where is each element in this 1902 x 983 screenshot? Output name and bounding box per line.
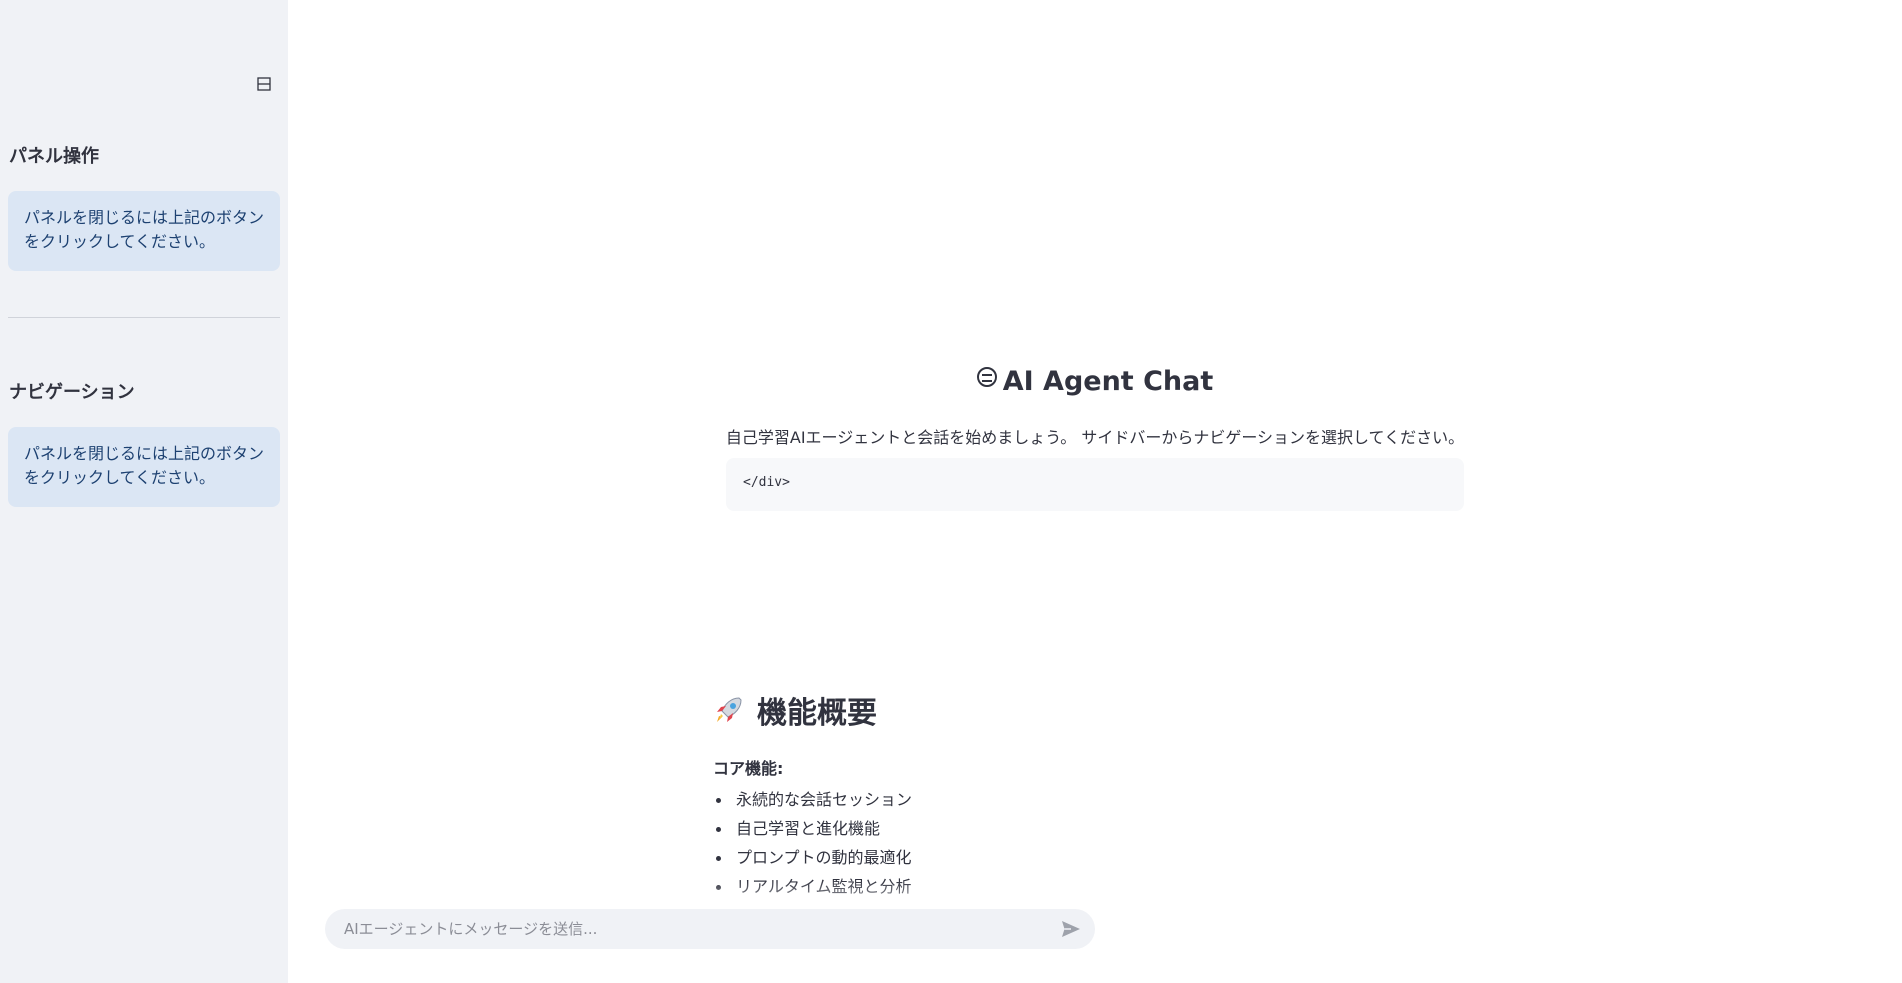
sidebar-heading-navigation: ナビゲーション xyxy=(9,382,135,403)
page-title: AI Agent Chat xyxy=(288,366,1902,397)
send-button[interactable] xyxy=(1059,917,1083,941)
main-content: AI Agent Chat 自己学習AIエージェントと会話を始めましょう。 サイ… xyxy=(288,0,1902,983)
list-item: 自己学習と進化機能 xyxy=(713,814,912,843)
sidebar-collapse-icon xyxy=(257,77,271,91)
features-title: 機能概要 xyxy=(713,688,877,732)
list-item: 永続的な会話セッション xyxy=(713,785,912,814)
sidebar-info-panel: パネルを閉じるには上記のボタンをクリックしてください。 xyxy=(8,191,280,271)
sunglasses-face-icon xyxy=(976,367,997,387)
chat-message-input[interactable] xyxy=(342,919,1059,939)
page-title-text: AI Agent Chat xyxy=(1002,366,1214,397)
sidebar: パネル操作 パネルを閉じるには上記のボタンをクリックしてください。 ナビゲーショ… xyxy=(0,0,288,983)
app-root: パネル操作 パネルを閉じるには上記のボタンをクリックしてください。 ナビゲーショ… xyxy=(0,0,1902,983)
sidebar-divider xyxy=(8,317,280,318)
send-icon xyxy=(1062,921,1080,937)
sidebar-heading-panel: パネル操作 xyxy=(9,146,99,167)
chat-input-container xyxy=(325,909,1095,949)
core-features-label: コア機能: xyxy=(713,759,784,778)
rocket-icon xyxy=(717,697,742,722)
list-item: プロンプトの動的最適化 xyxy=(713,843,912,872)
sidebar-info-navigation: パネルを閉じるには上記のボタンをクリックしてください。 xyxy=(8,427,280,507)
sidebar-collapse-button[interactable] xyxy=(254,74,274,94)
code-block: </div> xyxy=(726,458,1464,511)
page-subtitle: 自己学習AIエージェントと会話を始めましょう。 サイドバーからナビゲーションを選… xyxy=(725,428,1465,447)
features-title-text: 機能概要 xyxy=(757,696,877,731)
